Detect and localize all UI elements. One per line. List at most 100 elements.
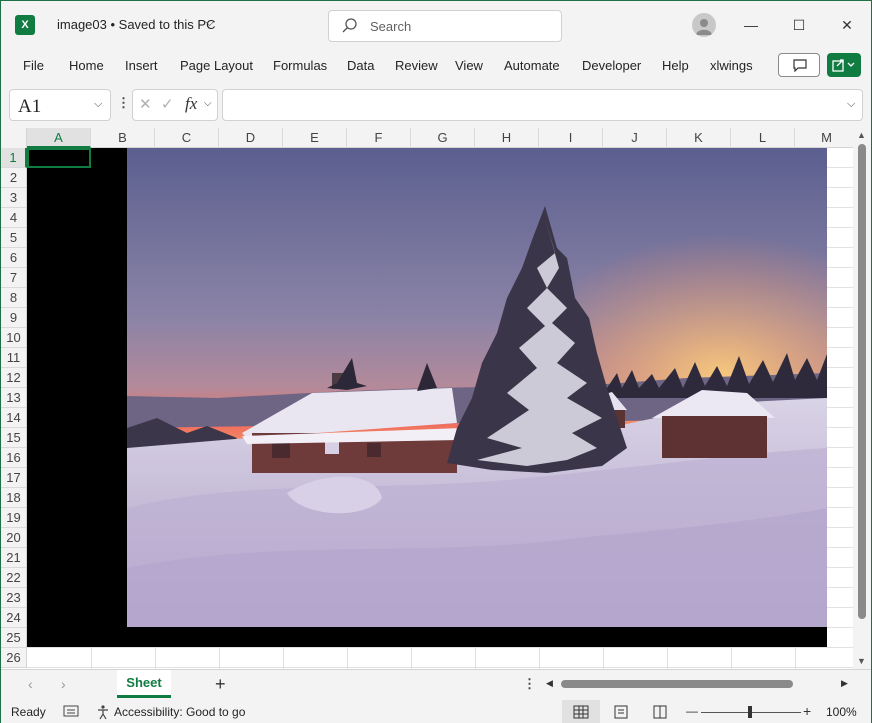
comments-button[interactable] <box>778 53 820 77</box>
tab-page-layout[interactable]: Page Layout <box>180 58 253 73</box>
name-box[interactable]: A1 ⌵ <box>9 89 111 121</box>
worksheet-grid[interactable]: A B C D E F G H I J K L M 1 2 3 4 5 6 7 … <box>1 128 853 669</box>
column-header-h[interactable]: H <box>475 128 539 148</box>
name-box-value: A1 <box>18 96 42 117</box>
tab-home[interactable]: Home <box>69 58 104 73</box>
column-header-a[interactable]: A <box>27 128 91 148</box>
scroll-up-icon[interactable]: ▲ <box>857 130 866 140</box>
row-header-6[interactable]: 6 <box>1 248 27 268</box>
scroll-down-icon[interactable]: ▼ <box>857 656 866 666</box>
column-header-f[interactable]: F <box>347 128 411 148</box>
more-options-icon[interactable]: ⋮ <box>117 95 130 111</box>
normal-view-button[interactable] <box>562 700 600 723</box>
row-header-15[interactable]: 15 <box>1 428 27 448</box>
page-layout-view-icon[interactable] <box>613 705 629 719</box>
zoom-out-button[interactable]: — <box>686 704 698 718</box>
row-header-13[interactable]: 13 <box>1 388 27 408</box>
close-button[interactable]: ✕ <box>837 15 857 35</box>
tab-xlwings[interactable]: xlwings <box>710 58 753 73</box>
row-header-21[interactable]: 21 <box>1 548 27 568</box>
column-header-m[interactable]: M <box>795 128 853 148</box>
column-header-d[interactable]: D <box>219 128 283 148</box>
prev-sheet-icon[interactable]: ‹ <box>28 676 33 692</box>
expand-formula-chevron-icon[interactable]: ⌵ <box>847 98 855 111</box>
row-header-19[interactable]: 19 <box>1 508 27 528</box>
formula-input[interactable]: ⌵ <box>222 89 863 121</box>
column-header-g[interactable]: G <box>411 128 475 148</box>
tab-formulas[interactable]: Formulas <box>273 58 327 73</box>
page-break-view-icon[interactable] <box>652 705 668 719</box>
row-header-22[interactable]: 22 <box>1 568 27 588</box>
zoom-level[interactable]: 100% <box>826 705 857 719</box>
zoom-in-button[interactable]: + <box>803 703 811 719</box>
more-options-icon[interactable]: ⋮ <box>523 676 536 692</box>
column-header-e[interactable]: E <box>283 128 347 148</box>
row-header-14[interactable]: 14 <box>1 408 27 428</box>
accessibility-status[interactable]: Accessibility: Good to go <box>114 705 245 719</box>
row-header-11[interactable]: 11 <box>1 348 27 368</box>
tab-data[interactable]: Data <box>347 58 374 73</box>
sheet-tab-sheet[interactable]: Sheet <box>117 670 171 698</box>
share-icon <box>832 59 855 72</box>
row-header-23[interactable]: 23 <box>1 588 27 608</box>
column-header-j[interactable]: J <box>603 128 667 148</box>
insert-function-button[interactable]: fx <box>185 94 197 114</box>
tab-view[interactable]: View <box>455 58 483 73</box>
tab-help[interactable]: Help <box>662 58 689 73</box>
avatar[interactable] <box>692 13 716 37</box>
chevron-down-icon[interactable]: ⌵ <box>205 15 214 30</box>
column-header-c[interactable]: C <box>155 128 219 148</box>
row-header-1[interactable]: 1 <box>1 148 27 168</box>
row-header-4[interactable]: 4 <box>1 208 27 228</box>
minimize-button[interactable]: — <box>741 15 761 35</box>
search-box[interactable]: Search <box>328 10 562 42</box>
row-header-12[interactable]: 12 <box>1 368 27 388</box>
next-sheet-icon[interactable]: › <box>61 676 66 692</box>
column-header-k[interactable]: K <box>667 128 731 148</box>
vertical-scroll-thumb[interactable] <box>858 144 866 619</box>
horizontal-scroll-thumb[interactable] <box>561 680 793 688</box>
chevron-down-icon[interactable]: ⌵ <box>94 98 102 111</box>
user-icon <box>696 19 712 35</box>
selected-cell-a1[interactable] <box>27 148 91 168</box>
row-header-25[interactable]: 25 <box>1 628 27 648</box>
row-header-26[interactable]: 26 <box>1 648 27 668</box>
tab-automate[interactable]: Automate <box>504 58 560 73</box>
row-header-18[interactable]: 18 <box>1 488 27 508</box>
row-header-24[interactable]: 24 <box>1 608 27 628</box>
macro-recording-icon[interactable] <box>63 704 79 718</box>
row-header-8[interactable]: 8 <box>1 288 27 308</box>
column-header-b[interactable]: B <box>91 128 155 148</box>
row-header-2[interactable]: 2 <box>1 168 27 188</box>
row-header-5[interactable]: 5 <box>1 228 27 248</box>
cancel-icon[interactable]: ✕ <box>139 95 152 113</box>
grid-view-icon <box>573 705 589 719</box>
tab-file[interactable]: File <box>23 58 44 73</box>
search-placeholder: Search <box>370 19 412 34</box>
tab-review[interactable]: Review <box>395 58 438 73</box>
add-sheet-button[interactable]: + <box>215 674 226 695</box>
tab-developer[interactable]: Developer <box>582 58 641 73</box>
row-header-7[interactable]: 7 <box>1 268 27 288</box>
row-header-16[interactable]: 16 <box>1 448 27 468</box>
chevron-down-icon[interactable]: ⌵ <box>204 98 212 109</box>
winter-landscape-image[interactable] <box>127 148 827 627</box>
scroll-right-icon[interactable]: ▶ <box>841 678 848 689</box>
tab-insert[interactable]: Insert <box>125 58 158 73</box>
row-header-9[interactable]: 9 <box>1 308 27 328</box>
zoom-slider-handle[interactable] <box>748 706 752 718</box>
maximize-button[interactable]: ☐ <box>789 15 809 35</box>
row-header-10[interactable]: 10 <box>1 328 27 348</box>
enter-icon[interactable]: ✓ <box>161 95 174 113</box>
vertical-scrollbar[interactable]: ▲ ▼ <box>853 128 871 669</box>
document-title[interactable]: image03 • Saved to this PC <box>57 17 215 32</box>
row-header-3[interactable]: 3 <box>1 188 27 208</box>
share-button[interactable] <box>827 53 861 77</box>
select-all-corner[interactable] <box>1 128 27 148</box>
row-header-20[interactable]: 20 <box>1 528 27 548</box>
column-header-i[interactable]: I <box>539 128 603 148</box>
column-header-l[interactable]: L <box>731 128 795 148</box>
scroll-left-icon[interactable]: ◀ <box>546 678 553 689</box>
accessibility-icon[interactable] <box>95 704 111 720</box>
row-header-17[interactable]: 17 <box>1 468 27 488</box>
